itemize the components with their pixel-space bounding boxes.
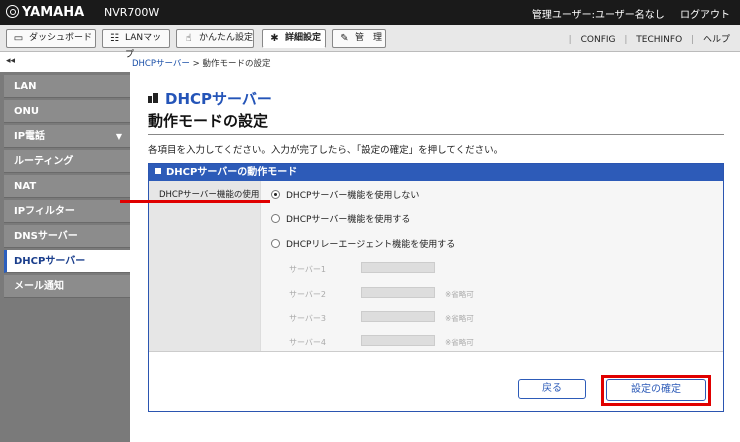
relay-server-1-row: サーバー1 [289, 262, 435, 275]
tab-label: 管 理 [355, 33, 383, 43]
breadcrumb-separator: > [189, 59, 203, 69]
wizard-icon: ☝ [185, 33, 192, 44]
optional-note: ※省略可 [445, 314, 474, 323]
wrench-icon: ✎ [340, 33, 349, 44]
tab-bar: ▭ ダッシュボード ☷ LANマップ ☝ かんたん設定 ✱ 詳細設定 ✎ 管 理 | CO… [0, 25, 740, 60]
tab-management[interactable]: ✎ 管 理 [332, 29, 386, 48]
config-link[interactable]: CONFIG [581, 35, 616, 45]
panel-title: DHCPサーバーの動作モード [166, 167, 298, 178]
instruction-text: 各項目を入力してください。入力が完了したら、「設定の確定」を押してください。 [148, 145, 504, 156]
sidebar: LAN ONU IP電話 ▼ ルーティング NAT IPフィルター DNSサーバー… [0, 72, 130, 442]
device-model: NVR700W [104, 6, 160, 19]
title-divider [148, 134, 724, 135]
radio-option-disable[interactable]: DHCPサーバー機能を使用しない [271, 188, 419, 201]
techinfo-link[interactable]: TECHINFO [636, 35, 682, 45]
back-button[interactable]: 戻る [518, 379, 586, 399]
user-status: 管理ユーザー:ユーザー名なし [531, 10, 665, 21]
server-label: サーバー1 [289, 265, 327, 274]
sidebar-item-routing[interactable]: ルーティング [4, 150, 130, 173]
server-1-input[interactable] [361, 262, 435, 273]
tab-label: LANマップ [125, 33, 162, 60]
section-marker-icon [148, 93, 158, 103]
tab-label: かんたん設定 [199, 33, 254, 43]
top-links: 管理ユーザー:ユーザー名なし ログアウト [520, 6, 730, 21]
panel-divider [149, 351, 723, 352]
radio-button[interactable] [271, 239, 280, 248]
page-title: 動作モードの設定 [148, 112, 269, 130]
radio-label: DHCPサーバー機能を使用する [286, 215, 411, 225]
relay-server-4-row: サーバー4 ※省略可 [289, 335, 474, 348]
server-3-input[interactable] [361, 311, 435, 322]
tab-dashboard[interactable]: ▭ ダッシュボード [6, 29, 96, 48]
server-label: サーバー4 [289, 338, 327, 347]
section-title: DHCPサーバー [165, 90, 272, 108]
radio-option-relay[interactable]: DHCPリレーエージェント機能を使用する [271, 237, 455, 250]
tab-label: ダッシュボード [29, 33, 93, 43]
tab-easy-setup[interactable]: ☝ かんたん設定 [176, 29, 254, 48]
server-label: サーバー2 [289, 290, 327, 299]
chevron-down-icon: ▼ [115, 132, 122, 141]
confirm-settings-button[interactable]: 設定の確定 [606, 379, 706, 401]
radio-option-enable[interactable]: DHCPサーバー機能を使用する [271, 212, 410, 225]
logout-link[interactable]: ログアウト [680, 10, 730, 21]
logo-text: YAMAHA [22, 5, 85, 20]
radio-button-checked[interactable] [271, 190, 280, 199]
optional-note: ※省略可 [445, 338, 474, 347]
options-cell: DHCPサーバー機能を使用しない DHCPサーバー機能を使用する DHCPリレー… [261, 181, 723, 351]
optional-note: ※省略可 [445, 290, 474, 299]
lan-map-icon: ☷ [110, 33, 119, 44]
utility-links: | CONFIG | TECHINFO | ヘルプ [568, 35, 730, 45]
breadcrumb-parent-link[interactable]: DHCPサーバー [132, 59, 190, 69]
square-bullet-icon [155, 168, 161, 174]
tab-lan-map[interactable]: ☷ LANマップ [102, 29, 170, 60]
sidebar-item-onu[interactable]: ONU [4, 100, 130, 123]
relay-server-2-row: サーバー2 ※省略可 [289, 287, 474, 300]
server-4-input[interactable] [361, 335, 435, 346]
breadcrumb: DHCPサーバー > 動作モードの設定 [132, 57, 270, 69]
relay-server-3-row: サーバー3 ※省略可 [289, 311, 474, 324]
breadcrumb-current: 動作モードの設定 [202, 59, 271, 69]
tab-advanced-settings[interactable]: ✱ 詳細設定 [262, 29, 326, 48]
tab-label: 詳細設定 [285, 33, 322, 43]
yamaha-emblem-icon [6, 5, 19, 18]
server-label: サーバー3 [289, 314, 327, 323]
radio-label: DHCPサーバー機能を使用しない [286, 191, 420, 201]
sidebar-item-nat[interactable]: NAT [4, 175, 130, 198]
sidebar-item-mail-notify[interactable]: メール通知 [4, 275, 130, 298]
top-bar: YAMAHA NVR700W 管理ユーザー:ユーザー名なし ログアウト [0, 0, 740, 25]
dashboard-icon: ▭ [13, 33, 24, 44]
sidebar-item-ip-phone[interactable]: IP電話 ▼ [4, 125, 130, 148]
field-label-cell: DHCPサーバー機能の使用 [149, 181, 261, 351]
gear-icon: ✱ [270, 33, 279, 44]
collapse-sidebar-icon[interactable]: ◂◂ [6, 56, 15, 66]
sidebar-item-dhcp-server[interactable]: DHCPサーバー [4, 250, 130, 273]
sidebar-item-lan[interactable]: LAN [4, 75, 130, 98]
help-link[interactable]: ヘルプ [703, 35, 730, 45]
sidebar-item-dns-server[interactable]: DNSサーバー [4, 225, 130, 248]
radio-label: DHCPリレーエージェント機能を使用する [286, 240, 456, 250]
server-2-input[interactable] [361, 287, 435, 298]
panel-header: DHCPサーバーの動作モード [149, 164, 723, 181]
sidebar-item-ip-filter[interactable]: IPフィルター [4, 200, 130, 223]
radio-button[interactable] [271, 214, 280, 223]
highlight-underline [120, 200, 270, 203]
yamaha-logo: YAMAHA [6, 5, 84, 20]
field-label: DHCPサーバー機能の使用 [159, 190, 260, 200]
